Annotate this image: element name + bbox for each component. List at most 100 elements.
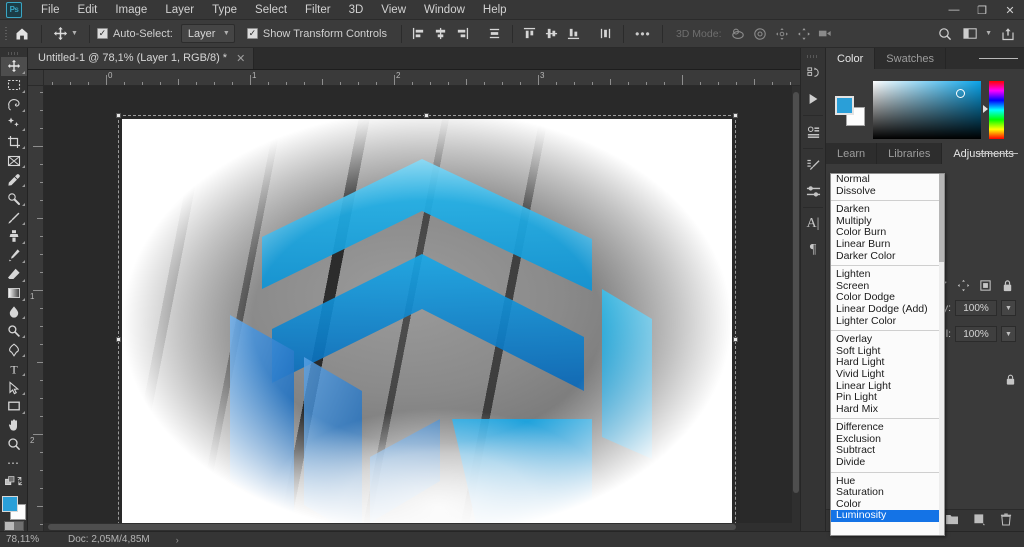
panel-menu-icon[interactable] — [979, 48, 1018, 69]
blend-mode-option[interactable]: Linear Burn — [831, 238, 944, 251]
foreground-color-swatch[interactable] — [835, 96, 854, 115]
new-layer-icon[interactable] — [973, 513, 986, 529]
hue-slider-marker[interactable] — [983, 105, 988, 113]
brush-tool[interactable] — [1, 208, 27, 227]
move-tool[interactable] — [0, 56, 27, 76]
color-panel-swatches[interactable] — [835, 96, 865, 126]
blend-mode-option[interactable]: Lighten — [831, 269, 944, 281]
distribute-horizontal-icon[interactable] — [596, 24, 616, 44]
hand-tool[interactable] — [1, 416, 27, 435]
blend-mode-option[interactable]: Normal — [831, 174, 944, 186]
transform-handle[interactable] — [733, 113, 738, 118]
menu-layer[interactable]: Layer — [156, 0, 203, 20]
horizontal-ruler[interactable]: 0 1 2 3 — [44, 70, 800, 86]
canvas-horizontal-scrollbar[interactable] — [44, 523, 792, 531]
transform-handle[interactable] — [424, 113, 429, 118]
share-icon[interactable] — [996, 23, 1020, 45]
quick-mask-icon[interactable] — [3, 520, 24, 532]
minimize-icon[interactable]: — — [940, 0, 968, 20]
swap-colors-icon[interactable] — [1, 473, 27, 492]
blend-mode-option[interactable]: Hard Mix — [831, 403, 944, 416]
crop-tool[interactable] — [1, 133, 27, 152]
blend-mode-option[interactable]: Linear Dodge (Add) — [831, 303, 944, 316]
transform-handle[interactable] — [116, 337, 121, 342]
align-vertical-centers-icon[interactable] — [542, 24, 562, 44]
fill-chevron-down-icon[interactable]: ▼ — [1001, 326, 1016, 342]
hue-slider[interactable] — [983, 81, 1004, 139]
eyedropper-tool[interactable] — [1, 170, 27, 189]
path-selection-tool[interactable] — [1, 378, 27, 397]
blend-mode-option[interactable]: Divide — [831, 456, 944, 469]
eraser-tool[interactable] — [1, 265, 27, 284]
close-tab-icon[interactable]: ✕ — [236, 52, 245, 65]
delete-layer-icon[interactable] — [1000, 513, 1012, 529]
chevron-down-icon[interactable]: ▼ — [71, 30, 78, 37]
menu-file[interactable]: File — [32, 0, 69, 20]
color-picker-cursor[interactable] — [956, 89, 965, 98]
blur-tool[interactable] — [1, 303, 27, 322]
scrollbar-thumb[interactable] — [939, 174, 944, 262]
auto-select-checkbox[interactable]: ✓ — [96, 28, 108, 39]
blend-mode-option[interactable]: Vivid Light — [831, 368, 944, 381]
lasso-tool[interactable] — [1, 95, 27, 114]
blend-mode-option[interactable]: Pin Light — [831, 391, 944, 404]
3d-roll-icon[interactable] — [750, 24, 770, 44]
3d-camera-icon[interactable] — [816, 24, 836, 44]
paragraph-icon[interactable]: ¶ — [800, 237, 826, 263]
restore-icon[interactable]: ❐ — [968, 0, 996, 20]
tab-swatches[interactable]: Swatches — [875, 48, 946, 69]
align-horizontal-centers-icon[interactable] — [431, 24, 451, 44]
menu-type[interactable]: Type — [203, 0, 246, 20]
properties-icon[interactable] — [800, 119, 826, 145]
show-transform-checkbox[interactable]: ✓ — [246, 28, 258, 39]
transform-handle[interactable] — [733, 337, 738, 342]
align-left-edges-icon[interactable] — [409, 24, 429, 44]
frame-tool[interactable] — [1, 151, 27, 170]
rail-grip[interactable] — [801, 52, 825, 60]
menu-select[interactable]: Select — [246, 0, 296, 20]
scrollbar-thumb[interactable] — [48, 524, 737, 530]
chevron-down-icon[interactable]: ▼ — [985, 30, 992, 37]
options-bar-grip[interactable] — [2, 20, 10, 47]
align-top-edges-icon[interactable] — [520, 24, 540, 44]
3d-orbit-icon[interactable] — [728, 24, 748, 44]
close-icon[interactable]: ✕ — [996, 0, 1024, 20]
canvas-viewport[interactable] — [44, 86, 800, 531]
horizontal-type-tool[interactable]: T — [1, 359, 27, 378]
play-icon[interactable] — [800, 86, 826, 112]
distribute-vertical-icon[interactable] — [485, 24, 505, 44]
lock-all-icon[interactable] — [1001, 279, 1014, 296]
zoom-level[interactable]: 78,11% — [0, 534, 52, 545]
ruler-origin[interactable] — [28, 70, 44, 86]
adjustments-sliders-icon[interactable] — [800, 178, 826, 204]
align-right-edges-icon[interactable] — [453, 24, 473, 44]
fill-value[interactable]: 100% — [955, 326, 997, 342]
opacity-chevron-down-icon[interactable]: ▼ — [1001, 300, 1016, 316]
blend-mode-option[interactable]: Overlay — [831, 334, 944, 346]
blend-mode-option[interactable]: Luminosity — [831, 510, 944, 523]
align-bottom-edges-icon[interactable] — [564, 24, 584, 44]
clone-stamp-tool[interactable] — [1, 227, 27, 246]
opacity-value[interactable]: 100% — [955, 300, 997, 316]
blend-mode-option[interactable]: Lighter Color — [831, 315, 944, 328]
rectangle-tool[interactable] — [1, 397, 27, 416]
menu-filter[interactable]: Filter — [296, 0, 340, 20]
search-icon[interactable] — [933, 23, 957, 45]
canvas-vertical-scrollbar[interactable] — [792, 86, 800, 531]
rectangular-marquee-tool[interactable] — [1, 76, 27, 95]
3d-pan-icon[interactable] — [772, 24, 792, 44]
transform-handle[interactable] — [116, 113, 121, 118]
menu-3d[interactable]: 3D — [340, 0, 373, 20]
new-group-icon[interactable] — [945, 513, 959, 528]
menu-view[interactable]: View — [372, 0, 415, 20]
object-selection-tool[interactable] — [1, 114, 27, 133]
lock-artboard-icon[interactable] — [979, 279, 992, 295]
document-tab[interactable]: Untitled-1 @ 78,1% (Layer 1, RGB/8) * ✕ — [28, 47, 255, 69]
canvas-document[interactable] — [122, 119, 732, 531]
edit-toolbar-button[interactable]: ⋯ — [1, 454, 27, 473]
blend-menu-scrollbar[interactable] — [939, 174, 944, 535]
3d-slide-icon[interactable] — [794, 24, 814, 44]
color-field[interactable] — [873, 81, 981, 139]
gradient-tool[interactable] — [1, 284, 27, 303]
tab-libraries[interactable]: Libraries — [877, 143, 943, 164]
